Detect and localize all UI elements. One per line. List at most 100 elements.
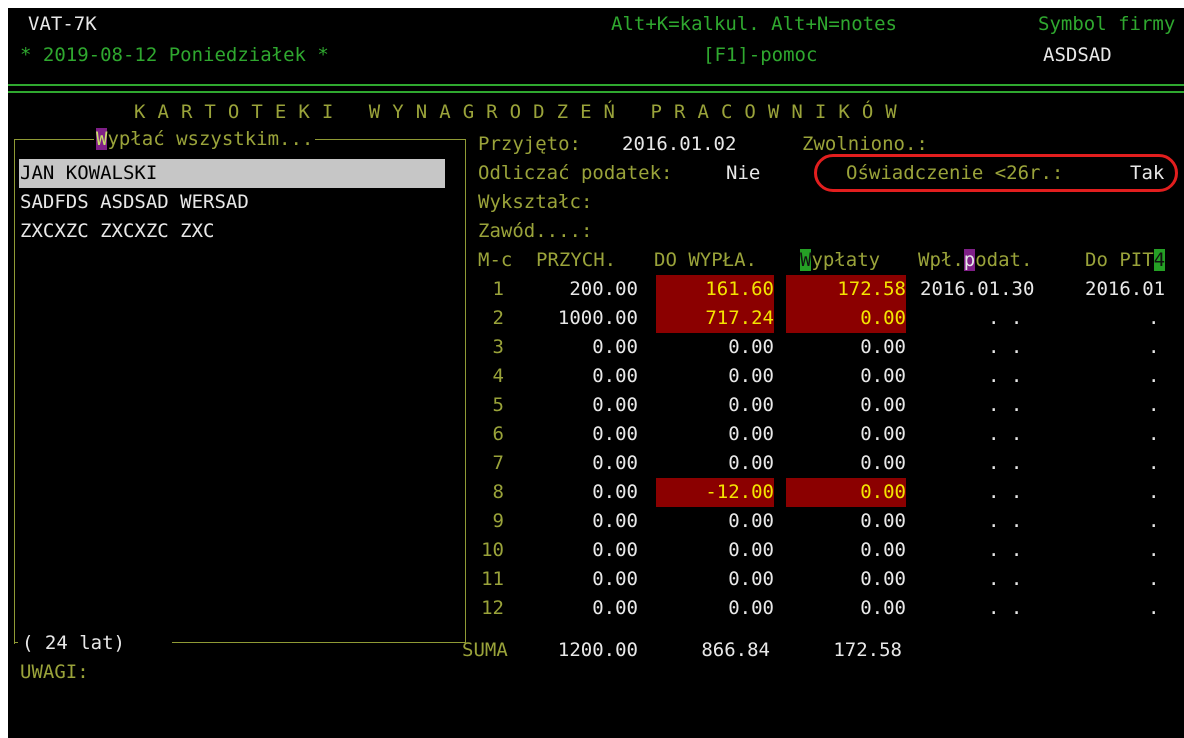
pay-all-hotkey: W (96, 128, 108, 150)
paid-cell[interactable]: 0.00 (786, 304, 906, 333)
employee-item-3[interactable]: ZXCXZC ZXCXZC ZXC (20, 217, 214, 246)
income-cell[interactable]: 0.00 (528, 478, 638, 507)
income-cell[interactable]: 1000.00 (528, 304, 638, 333)
month-number: 5 (492, 394, 504, 416)
paid-cell[interactable]: 0.00 (786, 594, 906, 623)
help-hint[interactable]: [F1]-pomoc (703, 41, 817, 70)
pit-cell[interactable]: . (1148, 333, 1159, 362)
to-pay-cell[interactable]: 0.00 (656, 391, 774, 420)
paid-cell[interactable]: 0.00 (786, 333, 906, 362)
income-cell[interactable]: 0.00 (528, 391, 638, 420)
col-header-payments[interactable]: Wypłaty (800, 246, 880, 275)
tax-paid-date-cell[interactable]: . . (988, 333, 1022, 362)
tax-paid-date-cell[interactable]: . . (988, 362, 1022, 391)
income-cell[interactable]: 0.00 (528, 536, 638, 565)
to-pay-cell[interactable]: 0.00 (656, 507, 774, 536)
tax-paid-date-cell[interactable]: . . (988, 565, 1022, 594)
month-number: 11 (481, 568, 504, 590)
tax-paid-date-cell[interactable]: . . (988, 594, 1022, 623)
to-pay-cell[interactable]: 717.24 (656, 304, 774, 333)
hired-date[interactable]: 2016.01.02 (622, 130, 736, 159)
deduct-tax-label: Odliczać podatek: (478, 162, 673, 184)
month-number: 10 (481, 539, 504, 561)
tax-paid-date-cell[interactable]: 2016.01.30 (920, 275, 1034, 304)
tax-paid-date-cell[interactable]: . . (988, 449, 1022, 478)
income-cell[interactable]: 0.00 (528, 449, 638, 478)
paid-cell[interactable]: 0.00 (786, 478, 906, 507)
education-label: Wykształc: (478, 191, 593, 213)
month-number: 4 (492, 365, 504, 387)
paid-cell[interactable]: 0.00 (786, 362, 906, 391)
to-pay-cell[interactable]: 0.00 (656, 565, 774, 594)
paid-cell[interactable]: 0.00 (786, 391, 906, 420)
month-number: 2 (492, 307, 504, 329)
paid-cell[interactable]: 0.00 (786, 449, 906, 478)
month-number: 9 (492, 510, 504, 532)
company-symbol: ASDSAD (1043, 44, 1112, 66)
paid-cell[interactable]: 172.58 (786, 275, 906, 304)
income-cell[interactable]: 0.00 (528, 420, 638, 449)
pit-cell[interactable]: . (1148, 391, 1159, 420)
deduct-tax-value[interactable]: Nie (726, 159, 760, 188)
tax-paid-date-cell[interactable]: . . (988, 478, 1022, 507)
profession-label: Zawód....: (478, 220, 593, 242)
tax-paid-date-cell[interactable]: . . (988, 420, 1022, 449)
to-pay-cell[interactable]: 0.00 (656, 594, 774, 623)
col-header-month: M-c (478, 249, 513, 271)
income-cell[interactable]: 200.00 (528, 275, 638, 304)
paid-cell[interactable]: 0.00 (786, 420, 906, 449)
to-pay-cell[interactable]: -12.00 (656, 478, 774, 507)
pit-cell[interactable]: . (1148, 304, 1159, 333)
income-cell[interactable]: 0.00 (528, 362, 638, 391)
paid-cell[interactable]: 0.00 (786, 507, 906, 536)
col-header-to-pay: DO WYPŁA. (654, 249, 757, 271)
pit-cell[interactable]: . (1148, 449, 1159, 478)
income-cell[interactable]: 0.00 (528, 565, 638, 594)
pit-cell[interactable]: . (1148, 594, 1159, 623)
terminal-screen: VAT-7K * 2019-08-12 Poniedziałek * Alt+K… (8, 8, 1184, 738)
paid-cell[interactable]: 0.00 (786, 565, 906, 594)
col-header-tax-paid[interactable]: Wpł.podat. (918, 246, 1032, 275)
employee-item-1[interactable]: JAN KOWALSKI (20, 159, 157, 188)
header-divider (8, 84, 1184, 93)
to-pay-cell[interactable]: 0.00 (656, 362, 774, 391)
pay-all-button[interactable]: Wypłać wszystkim... (94, 125, 316, 154)
panel-bottom-left (14, 642, 18, 643)
pay-all-label: ypłać wszystkim... (107, 128, 314, 150)
pit-cell[interactable]: . (1148, 565, 1159, 594)
notes-label: UWAGI: (20, 661, 89, 683)
income-cell[interactable]: 0.00 (528, 594, 638, 623)
col-header-pit[interactable]: Do PIT4 (1085, 246, 1166, 275)
pit-cell[interactable]: . (1148, 536, 1159, 565)
shortcut-hints: Alt+K=kalkul. Alt+N=notes (611, 13, 897, 35)
month-number: 6 (492, 423, 504, 445)
sum-paid: 172.58 (833, 639, 902, 661)
to-pay-cell[interactable]: 0.00 (656, 449, 774, 478)
pit-cell[interactable]: . (1148, 420, 1159, 449)
paid-cell[interactable]: 0.00 (786, 536, 906, 565)
pit-cell[interactable]: . (1148, 507, 1159, 536)
income-cell[interactable]: 0.00 (528, 333, 638, 362)
pit-cell[interactable]: . (1148, 478, 1159, 507)
to-pay-cell[interactable]: 161.60 (656, 275, 774, 304)
to-pay-cell[interactable]: 0.00 (656, 536, 774, 565)
sum-income: 1200.00 (557, 639, 638, 661)
tax-paid-date-cell[interactable]: . . (988, 536, 1022, 565)
hired-label: Przyjęto: (478, 133, 581, 155)
tax-paid-date-cell[interactable]: . . (988, 304, 1022, 333)
to-pay-cell[interactable]: 0.00 (656, 420, 774, 449)
col-header-income: PRZYCH. (536, 249, 617, 271)
sum-label: SUMA (462, 639, 508, 661)
employee-item-2[interactable]: SADFDS ASDSAD WERSAD (20, 188, 249, 217)
tax-paid-date-cell[interactable]: . . (988, 391, 1022, 420)
to-pay-cell[interactable]: 0.00 (656, 333, 774, 362)
pit-cell[interactable]: 2016.01 (1085, 275, 1165, 304)
month-number: 8 (492, 481, 504, 503)
tax-paid-hotkey: p (963, 249, 976, 271)
pit-cell[interactable]: . (1148, 362, 1159, 391)
page-title: K A R T O T E K I W Y N A G R O D Z E Ń … (134, 101, 898, 123)
app-name: VAT-7K (28, 13, 97, 35)
tax-paid-date-cell[interactable]: . . (988, 507, 1022, 536)
panel-bottom-right (172, 642, 466, 643)
income-cell[interactable]: 0.00 (528, 507, 638, 536)
